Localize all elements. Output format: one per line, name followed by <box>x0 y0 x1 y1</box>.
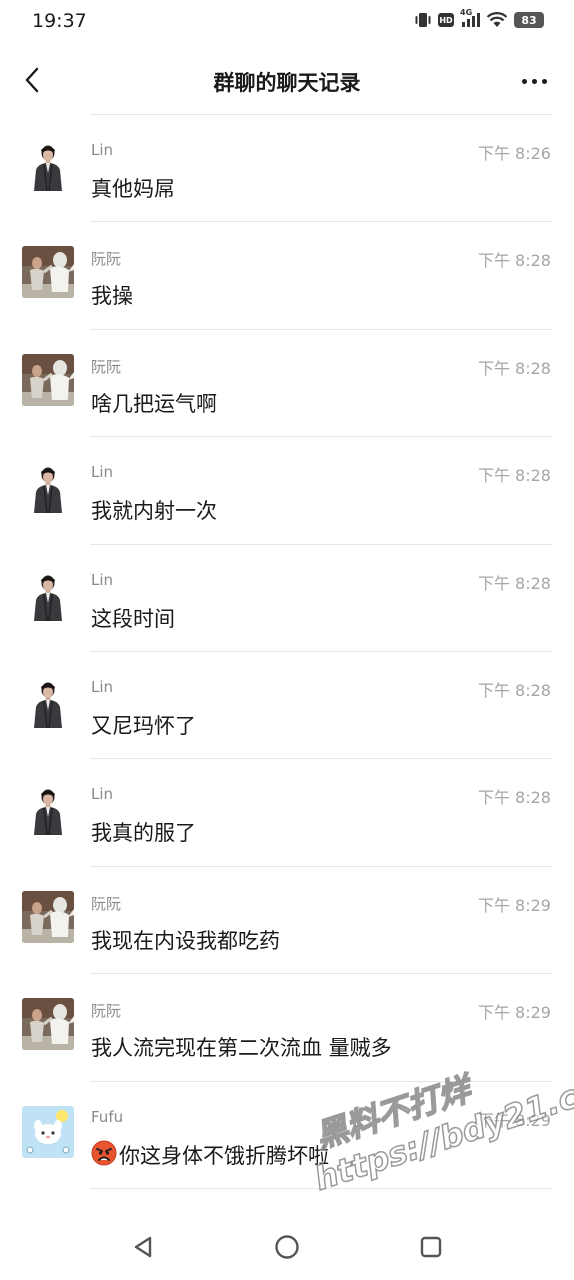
sender-name: 阮阮 <box>91 357 122 376</box>
message-text: 我现在内设我都吃药 <box>91 925 280 955</box>
ruan-avatar-image <box>22 890 74 943</box>
square-recent-icon <box>420 1236 442 1258</box>
battery-icon: 83 <box>514 12 544 28</box>
message-text: 这段时间 <box>91 603 175 633</box>
message-time: 下午 8:28 <box>477 358 551 378</box>
message-text-content: 我现在内设我都吃药 <box>91 928 280 953</box>
message-time: 下午 8:28 <box>477 251 551 271</box>
sender-name: 阮阮 <box>91 250 122 269</box>
avatar[interactable] <box>22 675 74 728</box>
sender-name: Lin <box>91 570 114 589</box>
message-item[interactable]: 阮阮 下午 8:29 我人流完现在第二次流血 量贼多 <box>0 974 574 1082</box>
avatar[interactable] <box>22 246 74 299</box>
avatar[interactable] <box>22 568 74 621</box>
sender-name: 阮阮 <box>91 1002 122 1021</box>
message-text-content: 又尼玛怀了 <box>91 713 196 738</box>
message-text-content: 我真的服了 <box>91 821 196 846</box>
lin-avatar-image <box>22 139 74 191</box>
sender-name: Lin <box>91 463 114 482</box>
sender-name: Lin <box>91 785 114 804</box>
message-text-content: 真他妈屌 <box>91 177 175 201</box>
avatar[interactable] <box>22 353 74 406</box>
sender-name: Lin <box>91 141 114 159</box>
message-text: 我就内射一次 <box>91 495 217 525</box>
message-text: 真他妈屌 <box>91 173 175 203</box>
avatar[interactable] <box>22 890 74 943</box>
message-text: 你这身体不饿折腾坏啦 <box>91 1140 329 1171</box>
message-item[interactable]: Lin 下午 8:26 真他妈屌 <box>0 115 574 223</box>
lin-avatar-image <box>22 783 74 836</box>
message-text: 我人流完现在第二次流血 量贼多 <box>91 1032 392 1062</box>
message-item[interactable]: Lin 下午 8:28 这段时间 <box>0 545 574 652</box>
message-time: 下午 8:29 <box>477 1110 551 1130</box>
hd-icon: HD <box>438 13 454 27</box>
message-item[interactable]: 阮阮 下午 8:28 我操 <box>0 222 574 330</box>
avatar[interactable] <box>22 461 74 514</box>
avatar[interactable] <box>22 998 74 1051</box>
message-item[interactable]: Lin 下午 8:28 又尼玛怀了 <box>0 652 574 760</box>
message-text-content: 你这身体不饿折腾坏啦 <box>119 1144 329 1169</box>
message-item[interactable]: Lin 下午 8:28 我真的服了 <box>0 759 574 867</box>
message-text-content: 我人流完现在第二次流血 量贼多 <box>91 1036 392 1061</box>
more-dots-icon <box>521 78 527 84</box>
system-recent-button[interactable] <box>416 1232 446 1262</box>
network-type-label: 4G <box>460 8 473 17</box>
fufu-avatar-image <box>22 1105 74 1158</box>
message-list: Lin 下午 8:26 真他妈屌 阮阮 下午 8:28 我操 阮阮 下午 8:2… <box>0 115 574 1189</box>
avatar[interactable] <box>22 139 74 191</box>
system-home-button[interactable] <box>272 1232 302 1262</box>
message-time: 下午 8:29 <box>477 895 551 915</box>
message-text: 啥几把运气啊 <box>91 388 217 418</box>
message-text-content: 这段时间 <box>91 606 175 631</box>
message-time: 下午 8:28 <box>477 466 551 486</box>
avatar[interactable] <box>22 1105 74 1158</box>
divider <box>90 1187 552 1189</box>
system-back-button[interactable] <box>128 1232 158 1262</box>
message-item[interactable]: 阮阮 下午 8:28 啥几把运气啊 <box>0 330 574 438</box>
sender-name: 阮阮 <box>91 894 122 913</box>
status-icons: HD 4G 83 <box>414 8 544 28</box>
message-item[interactable]: Lin 下午 8:28 我就内射一次 <box>0 437 574 545</box>
vibrate-icon <box>414 12 432 28</box>
triangle-back-icon <box>134 1236 152 1258</box>
message-text: 我操 <box>91 280 133 310</box>
wifi-icon <box>486 12 508 28</box>
ruan-avatar-image <box>22 998 74 1051</box>
message-text: 我真的服了 <box>91 817 196 847</box>
message-time: 下午 8:29 <box>477 1003 551 1023</box>
system-nav-bar <box>0 1210 574 1280</box>
ruan-avatar-image <box>22 353 74 406</box>
signal-icon: 4G <box>460 8 480 28</box>
page-title: 群聊的聊天记录 <box>213 71 361 95</box>
message-item[interactable]: 阮阮 下午 8:29 我现在内设我都吃药 <box>0 867 574 975</box>
sender-name: Lin <box>91 677 114 696</box>
message-time: 下午 8:28 <box>477 680 551 700</box>
header: 群聊的聊天记录 <box>0 50 574 112</box>
message-time: 下午 8:28 <box>477 573 551 593</box>
circle-home-icon <box>275 1235 299 1259</box>
more-button[interactable] <box>516 64 552 98</box>
message-text: 又尼玛怀了 <box>91 710 196 740</box>
avatar[interactable] <box>22 783 74 836</box>
lin-avatar-image <box>22 461 74 514</box>
status-time: 19:37 <box>32 10 87 32</box>
message-time: 下午 8:28 <box>477 788 551 808</box>
message-text-content: 我就内射一次 <box>91 499 217 524</box>
message-text-content: 啥几把运气啊 <box>91 391 217 416</box>
message-time: 下午 8:26 <box>477 144 551 163</box>
angry-face-icon <box>91 1140 117 1171</box>
lin-avatar-image <box>22 568 74 621</box>
status-bar: 19:37 HD 4G 83 <box>0 0 574 44</box>
sender-name: Fufu <box>91 1107 124 1126</box>
ruan-avatar-image <box>22 246 74 299</box>
lin-avatar-image <box>22 675 74 728</box>
message-item[interactable]: Fufu 下午 8:29 你这身体不饿折腾坏啦 <box>0 1082 574 1189</box>
message-text-content: 我操 <box>91 284 133 309</box>
